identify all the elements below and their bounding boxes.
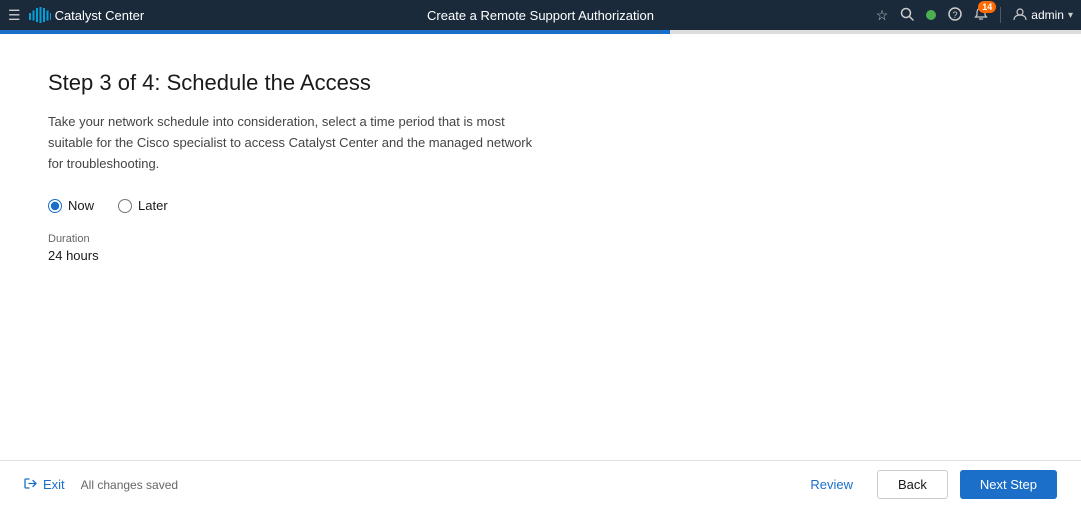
hamburger-menu-icon[interactable]: ☰ [8, 7, 21, 24]
step-title: Step 3 of 4: Schedule the Access [48, 70, 1033, 96]
help-icon[interactable]: ? [948, 7, 962, 24]
nav-right: ☆ ? 14 [876, 7, 1073, 24]
user-menu[interactable]: admin ▾ [1013, 7, 1073, 24]
next-step-button[interactable]: Next Step [960, 470, 1057, 499]
user-icon [1013, 7, 1027, 24]
back-button[interactable]: Back [877, 470, 948, 499]
nav-divider [1000, 7, 1001, 23]
radio-label-later: Later [138, 198, 168, 213]
top-navigation: ☰ Catalyst Center Create a Remote Suppor… [0, 0, 1081, 30]
exit-icon [24, 477, 37, 493]
saved-status: All changes saved [81, 478, 178, 492]
nav-left: ☰ Catalyst Center [8, 7, 144, 24]
svg-text:?: ? [953, 10, 958, 20]
status-indicator [926, 10, 936, 20]
schedule-radio-group: Now Later [48, 198, 1033, 213]
radio-option-later[interactable]: Later [118, 198, 168, 213]
bottom-bar: Exit All changes saved Review Back Next … [0, 460, 1081, 508]
cisco-logo-mark [29, 7, 51, 23]
main-content: Step 3 of 4: Schedule the Access Take yo… [0, 34, 1081, 460]
review-button[interactable]: Review [798, 471, 865, 498]
exit-button[interactable]: Exit [24, 477, 65, 493]
radio-label-now: Now [68, 198, 94, 213]
radio-input-now[interactable] [48, 199, 62, 213]
cisco-logo: Catalyst Center [29, 7, 145, 23]
step-description: Take your network schedule into consider… [48, 112, 548, 174]
radio-input-later[interactable] [118, 199, 132, 213]
page-title: Create a Remote Support Authorization [427, 8, 654, 23]
search-icon[interactable] [900, 7, 914, 24]
duration-label: Duration [48, 233, 1033, 245]
user-name: admin [1031, 8, 1064, 22]
exit-label: Exit [43, 477, 65, 492]
duration-section: Duration 24 hours [48, 233, 1033, 263]
user-caret-icon: ▾ [1068, 10, 1073, 21]
bottom-actions: Review Back Next Step [798, 470, 1057, 499]
notification-bell[interactable]: 14 [974, 7, 988, 24]
radio-option-now[interactable]: Now [48, 198, 94, 213]
star-icon[interactable]: ☆ [876, 7, 889, 24]
notification-count: 14 [978, 1, 996, 13]
duration-value: 24 hours [48, 248, 1033, 263]
app-title: Catalyst Center [55, 8, 145, 23]
